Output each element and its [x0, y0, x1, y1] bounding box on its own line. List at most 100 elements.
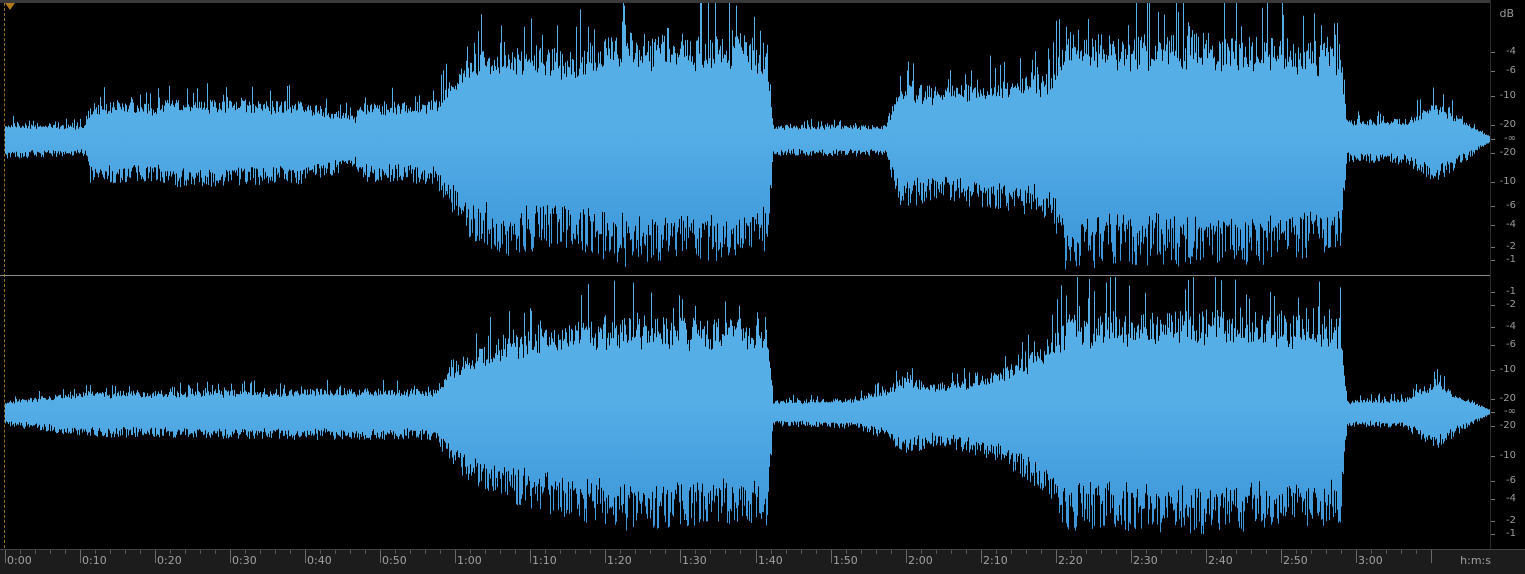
playhead-marker-icon[interactable] — [5, 3, 15, 10]
time-minor-tick — [771, 550, 772, 554]
time-tick — [155, 550, 156, 563]
db-tick-label: -6 — [1506, 65, 1516, 76]
time-tick — [680, 550, 681, 563]
time-minor-tick — [1191, 550, 1192, 554]
time-minor-tick — [95, 550, 96, 554]
db-tick — [1491, 247, 1495, 248]
time-tick — [1356, 550, 1357, 563]
playhead-line[interactable] — [4, 3, 15, 548]
time-minor-tick — [470, 550, 471, 554]
time-minor-tick — [1416, 550, 1417, 554]
time-minor-tick — [290, 550, 291, 554]
time-minor-tick — [185, 550, 186, 554]
time-minor-tick — [1011, 550, 1012, 554]
db-tick — [1491, 305, 1495, 306]
db-tick — [1491, 481, 1495, 482]
time-minor-tick — [365, 550, 366, 554]
time-minor-tick — [35, 550, 36, 554]
time-ruler[interactable]: h:m:s 0:00 0:10 0:20 0:30 0:40 0:50 1:00 1:10 1:… — [0, 549, 1525, 574]
time-minor-tick — [575, 550, 576, 554]
db-tick — [1491, 426, 1495, 427]
db-tick-label: -10 — [1499, 176, 1516, 187]
time-minor-tick — [1101, 550, 1102, 554]
time-minor-tick — [320, 550, 321, 554]
time-minor-tick — [215, 550, 216, 554]
time-tick — [906, 550, 907, 563]
db-tick-label: -2 — [1506, 515, 1516, 526]
db-tick — [1491, 292, 1495, 293]
channel-separator — [0, 275, 1492, 276]
time-minor-tick — [876, 550, 877, 554]
time-tick — [981, 550, 982, 563]
time-minor-tick — [1296, 550, 1297, 554]
db-tick — [1491, 534, 1495, 535]
db-tick — [1491, 71, 1495, 72]
time-tick-label: 1:20 — [607, 554, 632, 567]
time-minor-tick — [951, 550, 952, 554]
db-tick — [1491, 521, 1495, 522]
waveform-editor[interactable]: dB -4 -6 -10 -20 -∞ -20 -10 -6 -4 -2 -1 -1 -2 -4 -6 -10… — [0, 0, 1525, 574]
db-tick — [1491, 52, 1495, 53]
time-minor-tick — [1026, 550, 1027, 554]
time-minor-tick — [425, 550, 426, 554]
time-minor-tick — [200, 550, 201, 554]
time-minor-tick — [395, 550, 396, 554]
time-tick-label: 2:50 — [1283, 554, 1308, 567]
db-tick — [1491, 206, 1495, 207]
db-tick — [1491, 225, 1495, 226]
right-channel-waveform[interactable] — [5, 277, 1490, 547]
time-tick-label: 0:20 — [157, 554, 182, 567]
left-channel-samples — [5, 3, 1490, 270]
time-tick-label: 2:10 — [983, 554, 1008, 567]
db-tick-label: -20 — [1499, 147, 1516, 158]
time-minor-tick — [1401, 550, 1402, 554]
time-minor-tick — [1161, 550, 1162, 554]
left-channel-waveform[interactable] — [5, 3, 1490, 275]
time-minor-tick — [846, 550, 847, 554]
time-minor-tick — [1236, 550, 1237, 554]
db-tick-label: -1 — [1506, 528, 1516, 539]
time-tick-label: 2:40 — [1208, 554, 1233, 567]
db-tick — [1491, 260, 1495, 261]
db-tick-label: -1 — [1506, 286, 1516, 297]
time-minor-tick — [1041, 550, 1042, 554]
time-minor-tick — [260, 550, 261, 554]
time-minor-tick — [996, 550, 997, 554]
time-minor-tick — [275, 550, 276, 554]
right-waveform-svg — [5, 277, 1490, 535]
db-tick-label: -10 — [1499, 364, 1516, 375]
time-minor-tick — [590, 550, 591, 554]
db-tick — [1491, 182, 1495, 183]
time-minor-tick — [1341, 550, 1342, 554]
time-minor-tick — [650, 550, 651, 554]
db-tick — [1491, 153, 1495, 154]
db-tick — [1491, 456, 1495, 457]
time-minor-tick — [125, 550, 126, 554]
time-tick-label: 1:30 — [682, 554, 707, 567]
time-minor-tick — [515, 550, 516, 554]
db-tick-label: -1 — [1506, 254, 1516, 265]
time-tick-label: 1:00 — [457, 554, 482, 567]
time-tick-label: 2:20 — [1058, 554, 1083, 567]
db-tick-label: -4 — [1506, 219, 1516, 230]
time-tick-label: 0:50 — [382, 554, 407, 567]
time-minor-tick — [1251, 550, 1252, 554]
db-tick-label: -4 — [1506, 493, 1516, 504]
time-tick — [5, 550, 6, 563]
time-minor-tick — [1311, 550, 1312, 554]
time-minor-tick — [1116, 550, 1117, 554]
time-minor-tick — [1071, 550, 1072, 554]
db-tick — [1491, 139, 1495, 140]
time-tick-label: 0:40 — [307, 554, 332, 567]
time-minor-tick — [1371, 550, 1372, 554]
time-unit-label: h:m:s — [1460, 554, 1491, 567]
time-minor-tick — [140, 550, 141, 554]
time-tick — [455, 550, 456, 563]
time-tick — [1431, 550, 1432, 563]
db-tick-label: -6 — [1506, 339, 1516, 350]
time-minor-tick — [485, 550, 486, 554]
left-waveform-svg — [5, 3, 1490, 270]
time-tick-label: 2:30 — [1133, 554, 1158, 567]
time-tick — [756, 550, 757, 563]
time-minor-tick — [500, 550, 501, 554]
